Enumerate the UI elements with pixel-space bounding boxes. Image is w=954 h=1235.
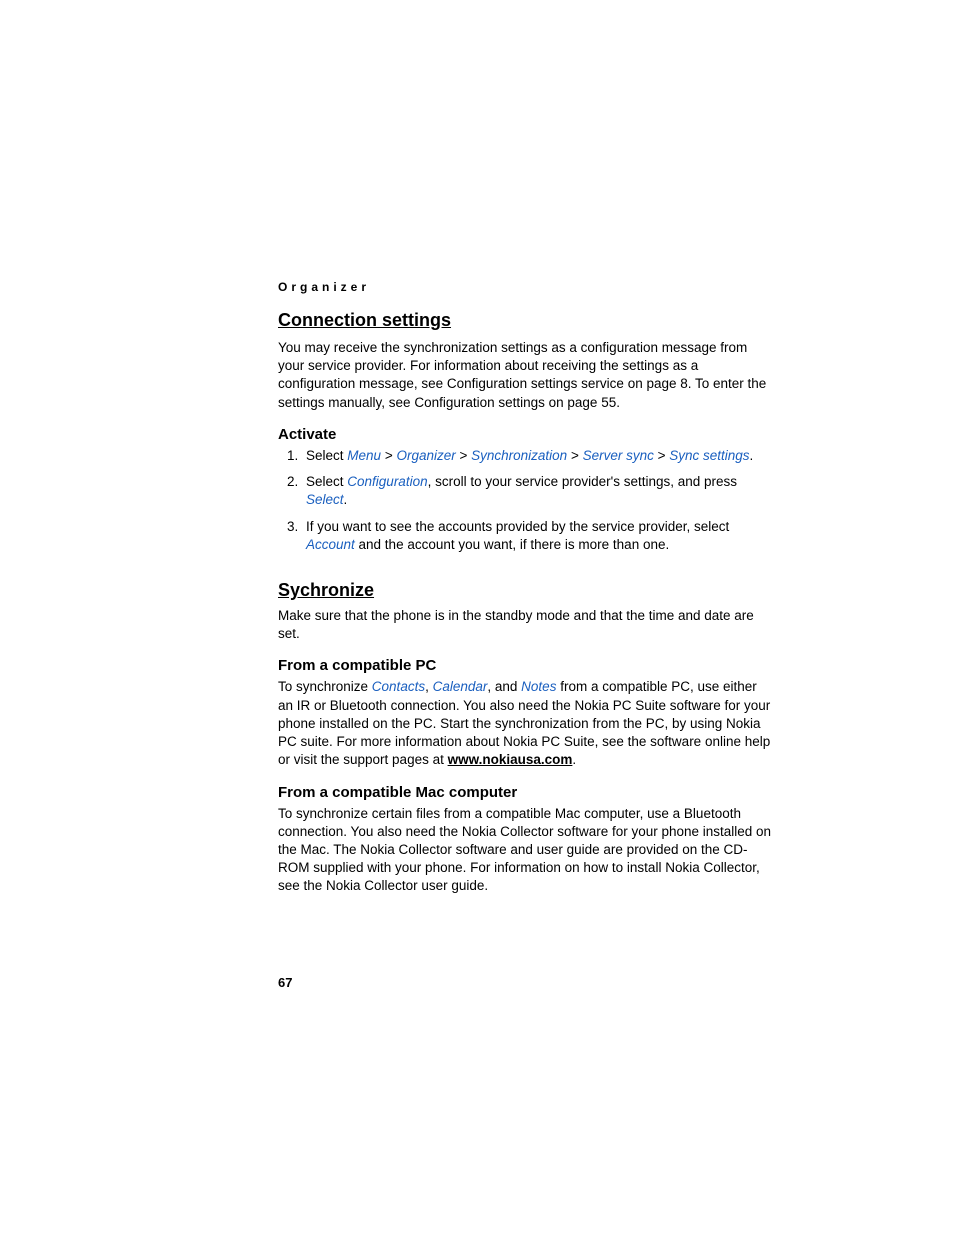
activate-step-1: Select Menu > Organizer > Synchronizatio… [302, 447, 774, 465]
step-sep: > [381, 448, 396, 463]
ui-term-menu: Menu [347, 448, 381, 463]
step-end: . [750, 448, 754, 463]
body-text: . [572, 752, 576, 767]
activate-step-3: If you want to see the accounts provided… [302, 518, 774, 554]
ui-term-server-sync: Server sync [583, 448, 654, 463]
step-text: and the account you want, if there is mo… [355, 537, 669, 552]
step-text: If you want to see the accounts provided… [306, 519, 729, 534]
compatible-pc-body: To synchronize Contacts, Calendar, and N… [278, 678, 774, 769]
activate-steps: Select Menu > Organizer > Synchronizatio… [278, 447, 774, 554]
external-link-nokiausa[interactable]: www.nokiausa.com [448, 752, 573, 767]
ui-term-notes: Notes [521, 679, 556, 694]
ui-term-contacts: Contacts [372, 679, 425, 694]
ui-term-synchronization: Synchronization [471, 448, 567, 463]
step-sep: > [654, 448, 669, 463]
step-text: Select [306, 474, 347, 489]
ui-term-select: Select [306, 492, 344, 507]
subheading-compatible-mac: From a compatible Mac computer [278, 784, 774, 801]
ui-term-configuration: Configuration [347, 474, 427, 489]
document-page: Organizer Connection settings You may re… [0, 0, 954, 962]
synchronize-intro: Make sure that the phone is in the stand… [278, 607, 774, 643]
step-end: . [344, 492, 348, 507]
subheading-activate: Activate [278, 426, 774, 443]
section-heading-synchronize: Sychronize [278, 580, 774, 601]
step-text: Select [306, 448, 347, 463]
running-header: Organizer [278, 280, 774, 294]
section-heading-connection-settings: Connection settings [278, 310, 774, 331]
ui-term-account: Account [306, 537, 355, 552]
ui-term-sync-settings: Sync settings [669, 448, 749, 463]
connection-settings-intro: You may receive the synchronization sett… [278, 339, 774, 412]
subheading-compatible-pc: From a compatible PC [278, 657, 774, 674]
body-text: , and [487, 679, 521, 694]
compatible-mac-body: To synchronize certain files from a comp… [278, 805, 774, 896]
step-text: , scroll to your service provider's sett… [428, 474, 737, 489]
ui-term-organizer: Organizer [396, 448, 455, 463]
body-text: , [425, 679, 433, 694]
body-text: To synchronize [278, 679, 372, 694]
step-sep: > [567, 448, 582, 463]
ui-term-calendar: Calendar [433, 679, 488, 694]
activate-step-2: Select Configuration, scroll to your ser… [302, 473, 774, 509]
page-number: 67 [278, 975, 292, 990]
step-sep: > [456, 448, 471, 463]
